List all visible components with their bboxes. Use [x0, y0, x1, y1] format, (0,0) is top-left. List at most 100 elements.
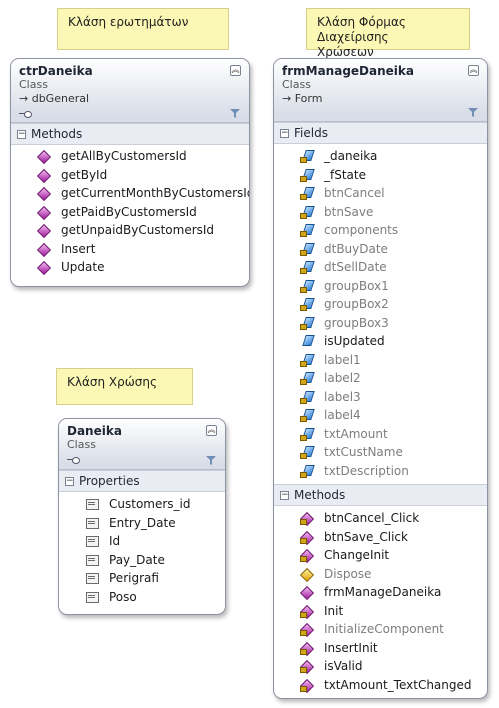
member-row[interactable]: isUpdated	[274, 332, 487, 351]
member-name: label1	[324, 352, 361, 367]
member-row[interactable]: txtDescription	[274, 462, 487, 481]
member-row[interactable]: txtCustName	[274, 443, 487, 462]
collapse-section-icon[interactable]: −	[17, 129, 26, 139]
method-icon	[300, 568, 314, 580]
member-row[interactable]: btnSave_Click	[274, 528, 487, 547]
class-ctrdaneika[interactable]: ctrDaneika Class → dbGeneral ︽ − Methods…	[10, 58, 250, 287]
member-row[interactable]: Dispose	[274, 565, 487, 584]
member-row[interactable]: label2	[274, 369, 487, 388]
collapse-section-icon[interactable]: −	[65, 476, 74, 486]
member-row[interactable]: groupBox1	[274, 277, 487, 296]
class-kind: Class	[282, 78, 311, 91]
member-name: txtDescription	[324, 463, 409, 478]
methods-list: btnCancel_Click btnSave_Click ChangeInit…	[274, 506, 487, 698]
field-icon	[300, 391, 314, 404]
member-row[interactable]: components	[274, 221, 487, 240]
class-frmmanagedaneika[interactable]: frmManageDaneika Class → Form ︽ − Fields…	[273, 58, 488, 699]
member-name: InitializeComponent	[324, 622, 444, 637]
member-row[interactable]: label4	[274, 406, 487, 425]
member-row[interactable]: Entry_Date	[59, 514, 225, 533]
member-row[interactable]: btnSave	[274, 203, 487, 222]
method-icon	[37, 243, 51, 255]
field-icon	[300, 224, 314, 238]
member-row[interactable]: groupBox2	[274, 295, 487, 314]
member-row[interactable]: txtAmount_TextChanged	[274, 676, 487, 695]
member-row[interactable]: groupBox3	[274, 314, 487, 333]
member-row[interactable]: dtBuyDate	[274, 240, 487, 259]
member-row[interactable]: ChangeInit	[274, 546, 487, 565]
class-header: frmManageDaneika Class → Form ︽	[274, 59, 487, 122]
section-fields[interactable]: − Fields	[274, 122, 487, 144]
member-row[interactable]: getById	[11, 166, 249, 185]
section-label: Fields	[294, 126, 328, 140]
member-row[interactable]: Customers_id	[59, 495, 225, 514]
member-row[interactable]: Init	[274, 602, 487, 621]
collapse-icon[interactable]: ︽	[468, 65, 479, 76]
member-row[interactable]: label1	[274, 351, 487, 370]
member-name: Dispose	[324, 566, 372, 581]
member-name: frmManageDaneika	[324, 585, 442, 600]
member-row[interactable]: btnCancel_Click	[274, 509, 487, 528]
member-row[interactable]: frmManageDaneika	[274, 583, 487, 602]
member-row[interactable]: isValid	[274, 657, 487, 676]
note-form-text: Κλάση Φόρμας Διαχείρισης Χρώσεων	[317, 15, 406, 59]
member-name: components	[324, 223, 399, 238]
member-row[interactable]: _daneika	[274, 147, 487, 166]
property-icon	[85, 572, 99, 585]
member-row[interactable]: btnCancel	[274, 184, 487, 203]
method-icon	[37, 150, 51, 162]
member-name: Insert	[61, 241, 96, 256]
method-icon	[300, 531, 314, 544]
member-name: btnCancel_Click	[324, 511, 420, 526]
field-icon	[300, 335, 314, 347]
field-icon	[300, 372, 314, 386]
member-name: btnSave	[324, 204, 374, 219]
collapse-icon[interactable]: ︽	[230, 65, 241, 76]
method-icon	[300, 660, 314, 674]
method-icon	[37, 187, 51, 199]
member-row[interactable]: getUnpaidByCustomersId	[11, 221, 249, 240]
collapse-icon[interactable]: ︽	[206, 425, 217, 436]
member-row[interactable]: getAllByCustomersId	[11, 147, 249, 166]
filter-icon[interactable]	[468, 108, 478, 117]
member-name: groupBox1	[324, 278, 389, 293]
field-icon	[300, 446, 314, 460]
member-row[interactable]: txtAmount	[274, 425, 487, 444]
section-label: Methods	[294, 488, 346, 502]
section-methods[interactable]: − Methods	[274, 484, 487, 506]
member-name: Id	[109, 534, 121, 549]
member-row[interactable]: Update	[11, 258, 249, 277]
class-daneika[interactable]: Daneika Class ︽ − Properties Customers_i…	[58, 418, 226, 615]
member-name: _fState	[324, 167, 366, 182]
section-methods[interactable]: − Methods	[11, 123, 249, 145]
field-icon	[300, 243, 314, 256]
section-properties[interactable]: − Properties	[59, 470, 225, 492]
note-queries: Κλάση ερωτημάτων	[57, 8, 229, 50]
member-name: Entry_Date	[109, 515, 176, 530]
member-row[interactable]: Poso	[59, 588, 225, 607]
member-row[interactable]: getCurrentMonthByCustomersId	[11, 184, 249, 203]
field-icon	[300, 465, 314, 478]
collapse-section-icon[interactable]: −	[280, 128, 289, 138]
field-icon	[300, 354, 314, 367]
member-row[interactable]: InitializeComponent	[274, 620, 487, 639]
note-debt: Κλάση Χρώσης	[56, 368, 193, 405]
filter-icon[interactable]	[206, 456, 216, 465]
filter-icon[interactable]	[230, 109, 240, 118]
collapse-section-icon[interactable]: −	[280, 490, 289, 500]
member-name: _daneika	[324, 149, 378, 164]
member-name: Pay_Date	[109, 552, 165, 567]
member-row[interactable]: label3	[274, 388, 487, 407]
member-row[interactable]: getPaidByCustomersId	[11, 203, 249, 222]
member-row[interactable]: Perigrafi	[59, 569, 225, 588]
member-row[interactable]: _fState	[274, 166, 487, 185]
member-row[interactable]: Pay_Date	[59, 551, 225, 570]
member-row[interactable]: Id	[59, 532, 225, 551]
member-row[interactable]: Insert	[11, 240, 249, 259]
member-row[interactable]: dtSellDate	[274, 258, 487, 277]
method-icon	[37, 224, 51, 236]
property-icon	[85, 517, 99, 529]
method-icon	[37, 206, 51, 218]
property-icon	[85, 535, 99, 548]
member-row[interactable]: InsertInit	[274, 639, 487, 658]
